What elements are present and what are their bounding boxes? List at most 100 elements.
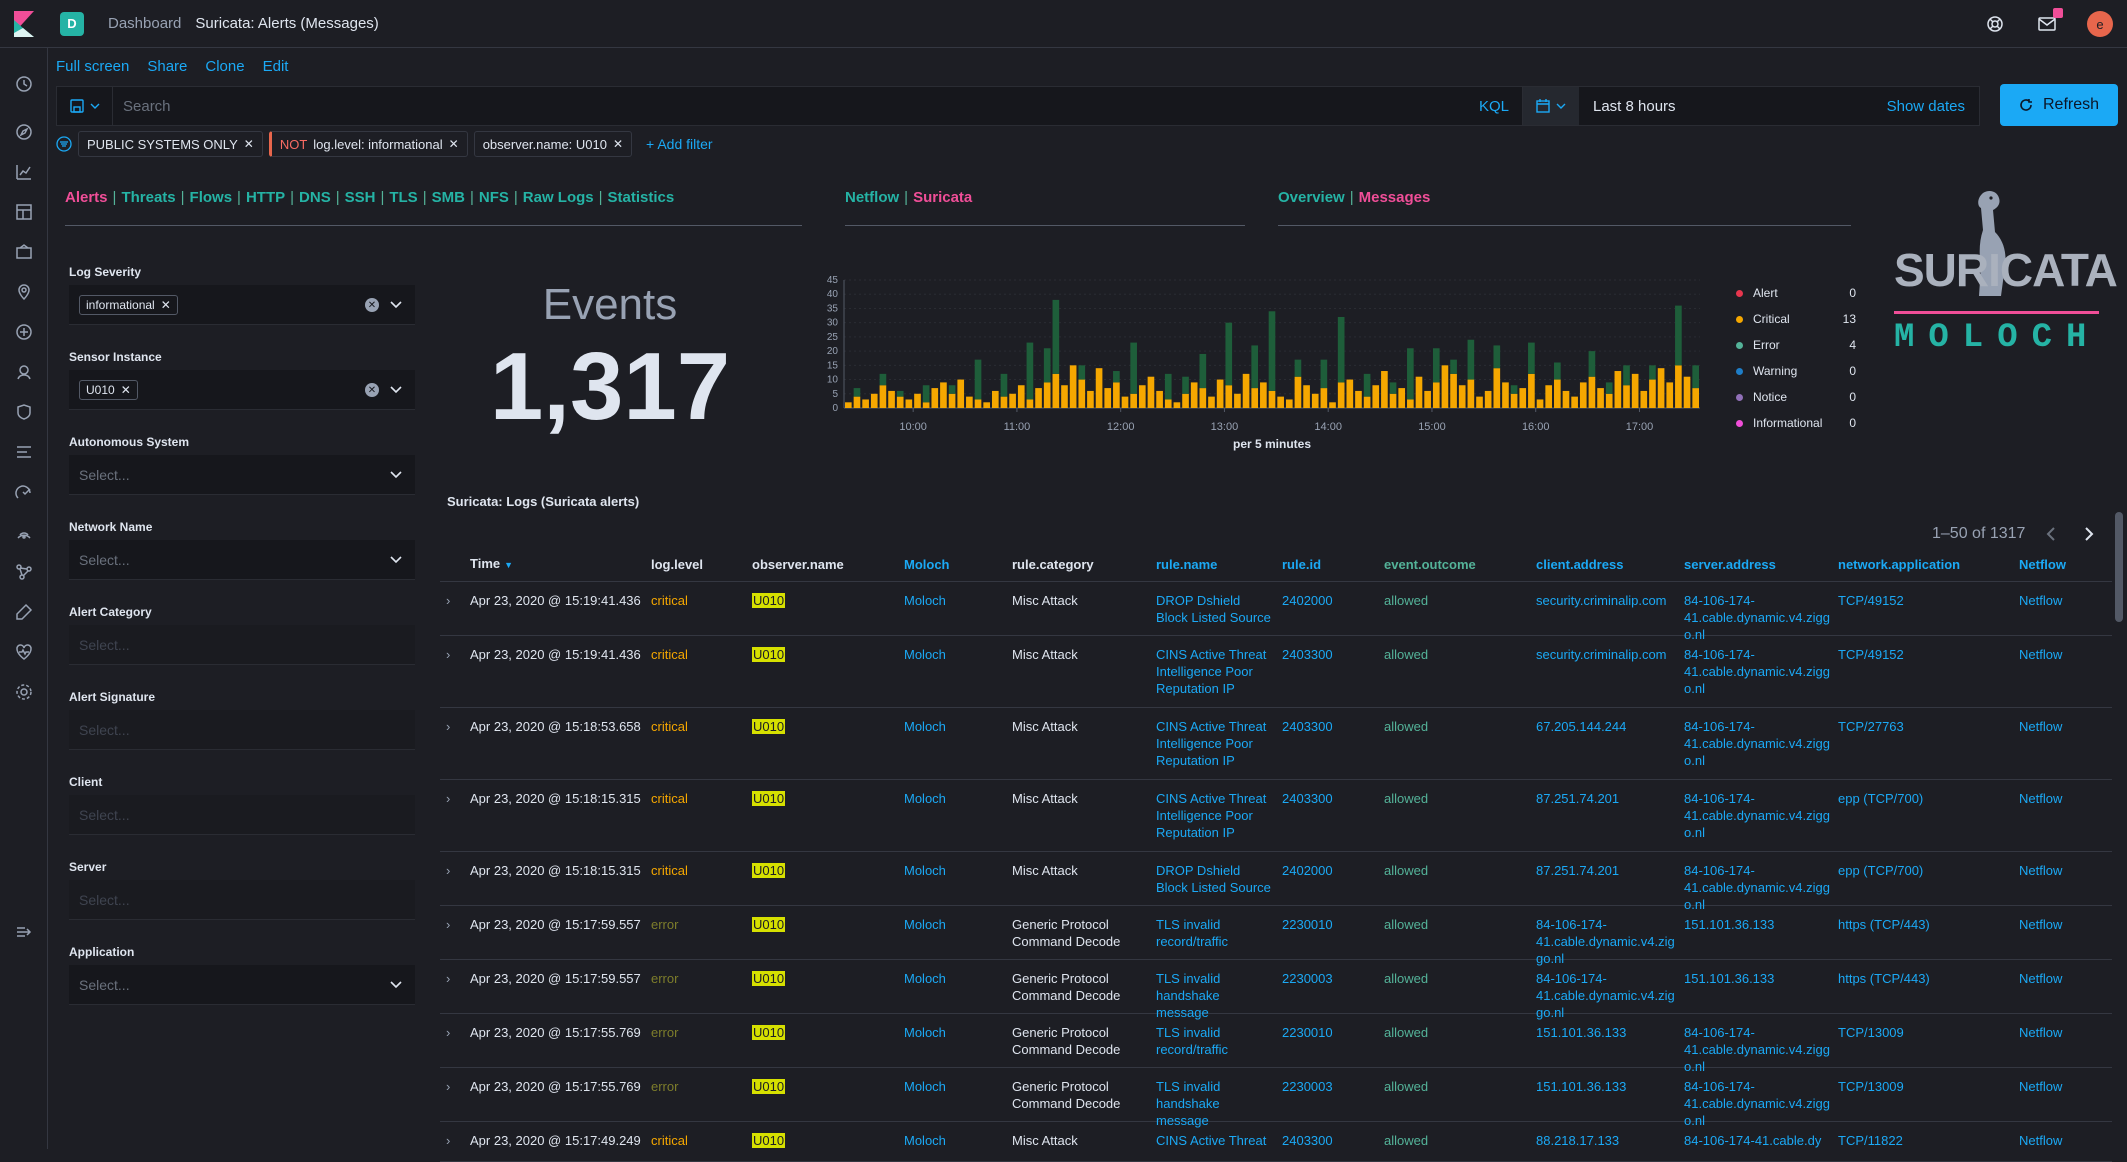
column-header-time[interactable]: Time ▼ <box>470 555 651 574</box>
graph-icon[interactable] <box>12 560 36 584</box>
control-client[interactable]: Select... <box>69 795 415 835</box>
netflow-link[interactable]: Netflow <box>2019 916 2099 959</box>
legend-item-warning[interactable]: Warning 0 <box>1736 358 1856 384</box>
logs-icon[interactable] <box>12 400 36 424</box>
next-page-button[interactable] <box>2077 522 2101 546</box>
expand-row-icon[interactable]: › <box>440 916 470 959</box>
management-gear-icon[interactable] <box>12 680 36 704</box>
server-address-link[interactable]: 151.101.36.133 <box>1684 970 1838 1013</box>
space-badge[interactable]: D <box>60 11 84 36</box>
add-filter-link[interactable]: + Add filter <box>646 136 713 152</box>
rule-id-link[interactable]: 2230003 <box>1282 1078 1384 1121</box>
quick-menu-button[interactable] <box>1523 87 1579 125</box>
close-icon[interactable]: ✕ <box>449 137 459 151</box>
sort-desc-icon[interactable]: ▼ <box>504 560 513 570</box>
saved-query-button[interactable] <box>57 87 113 125</box>
visualize-icon[interactable] <box>12 160 36 184</box>
network-application-link[interactable]: TCP/13009 <box>1838 1024 2019 1067</box>
filter-pill-public-systems[interactable]: PUBLIC SYSTEMS ONLY ✕ <box>78 131 263 157</box>
stack-monitoring-icon[interactable] <box>12 640 36 664</box>
netflow-link[interactable]: Netflow <box>2019 970 2099 1013</box>
nav-link-dns[interactable]: DNS <box>299 189 331 206</box>
expand-row-icon[interactable]: › <box>440 1024 470 1067</box>
expand-row-icon[interactable]: › <box>440 862 470 905</box>
network-application-link[interactable]: epp (TCP/700) <box>1838 862 2019 905</box>
search-input[interactable]: Search <box>113 98 1479 115</box>
close-icon[interactable]: ✕ <box>161 298 171 312</box>
expand-row-icon[interactable]: › <box>440 592 470 635</box>
rule-name-link[interactable]: TLS invalid record/traffic <box>1156 916 1282 959</box>
moloch-link[interactable]: Moloch <box>904 592 1012 635</box>
legend-item-error[interactable]: Error 4 <box>1736 332 1856 358</box>
share-link[interactable]: Share <box>147 58 187 75</box>
server-address-link[interactable]: 84-106-174-41.cable.dynamic.v4.ziggo.nl <box>1684 1024 1838 1074</box>
expand-row-icon[interactable]: › <box>440 646 470 707</box>
netflow-link[interactable]: Netflow <box>2019 592 2099 635</box>
server-address-link[interactable]: 84-106-174-41.cable.dynamic.v4.ziggo.nl <box>1684 790 1838 851</box>
control-log-severity[interactable]: informational ✕ ✕ <box>69 285 415 325</box>
breadcrumb-dashboard[interactable]: Dashboard <box>108 15 181 32</box>
netflow-link[interactable]: Netflow <box>2019 1132 2099 1161</box>
rule-name-link[interactable]: CINS Active Threat Intelligence Poor Rep… <box>1156 718 1282 779</box>
expand-row-icon[interactable]: › <box>440 1132 470 1161</box>
kibana-logo-icon[interactable] <box>0 0 48 48</box>
chevron-down-icon[interactable] <box>389 382 403 399</box>
column-header-moloch[interactable]: Moloch <box>904 556 1012 573</box>
nav-link-raw-logs[interactable]: Raw Logs <box>523 189 594 206</box>
control-alert-signature[interactable]: Select... <box>69 710 415 750</box>
column-header-observer-name[interactable]: observer.name <box>752 556 904 573</box>
close-icon[interactable]: ✕ <box>121 383 131 397</box>
nav-link-ssh[interactable]: SSH <box>345 189 376 206</box>
rule-name-link[interactable]: CINS Active Threat Intelligence Poor Rep… <box>1156 790 1282 851</box>
moloch-link[interactable]: Moloch <box>904 646 1012 707</box>
rule-name-link[interactable]: CINS Active Threat <box>1156 1132 1282 1161</box>
nav-link-overview[interactable]: Overview <box>1278 189 1345 206</box>
column-header-event-outcome[interactable]: event.outcome <box>1384 556 1536 573</box>
control-alert-category[interactable]: Select... <box>69 625 415 665</box>
avatar[interactable]: e <box>2087 11 2113 37</box>
client-address-link[interactable]: security.criminalip.com <box>1536 592 1684 635</box>
filter-pill-observer[interactable]: observer.name: U010 ✕ <box>473 131 633 157</box>
netflow-link[interactable]: Netflow <box>2019 1024 2099 1067</box>
column-header-client-address[interactable]: client.address <box>1536 556 1684 573</box>
nav-link-smb[interactable]: SMB <box>432 189 465 206</box>
server-address-link[interactable]: 84-106-174-41.cable.dynamic.v4.ziggo.nl <box>1684 592 1838 642</box>
control-application[interactable]: Select... <box>69 965 415 1005</box>
rule-name-link[interactable]: CINS Active Threat Intelligence Poor Rep… <box>1156 646 1282 707</box>
refresh-button[interactable]: Refresh <box>2000 84 2118 126</box>
network-application-link[interactable]: TCP/11822 <box>1838 1132 2019 1161</box>
chevron-down-icon[interactable] <box>389 552 403 569</box>
rule-id-link[interactable]: 2403300 <box>1282 1132 1384 1161</box>
newsfeed-icon[interactable] <box>2035 8 2063 36</box>
prev-page-button[interactable] <box>2039 522 2063 546</box>
moloch-link[interactable]: Moloch <box>904 1078 1012 1121</box>
canvas-icon[interactable] <box>12 240 36 264</box>
client-address-link[interactable]: 84-106-174-41.cable.dynamic.v4.ziggo.nl <box>1536 970 1684 1020</box>
legend-item-informational[interactable]: Informational 0 <box>1736 410 1856 436</box>
control-autonomous-system[interactable]: Select... <box>69 455 415 495</box>
moloch-link[interactable]: Moloch <box>904 862 1012 905</box>
nav-link-http[interactable]: HTTP <box>246 189 285 206</box>
client-address-link[interactable]: 87.251.74.201 <box>1536 862 1684 905</box>
nav-link-messages[interactable]: Messages <box>1359 189 1431 206</box>
moloch-link[interactable]: Moloch <box>904 718 1012 779</box>
filter-pill-log-level[interactable]: NOT log.level: informational ✕ <box>268 131 468 157</box>
rule-name-link[interactable]: TLS invalid record/traffic <box>1156 1024 1282 1067</box>
legend-item-notice[interactable]: Notice 0 <box>1736 384 1856 410</box>
ml-icon[interactable] <box>12 320 36 344</box>
expand-row-icon[interactable]: › <box>440 970 470 1013</box>
rule-id-link[interactable]: 2403300 <box>1282 646 1384 707</box>
legend-item-alert[interactable]: Alert 0 <box>1736 280 1856 306</box>
client-address-link[interactable]: security.criminalip.com <box>1536 646 1684 707</box>
client-address-link[interactable]: 151.101.36.133 <box>1536 1024 1684 1067</box>
moloch-link[interactable]: Moloch <box>904 916 1012 959</box>
clear-icon[interactable]: ✕ <box>365 298 379 312</box>
rule-name-link[interactable]: DROP Dshield Block Listed Source <box>1156 862 1282 905</box>
network-application-link[interactable]: epp (TCP/700) <box>1838 790 2019 851</box>
filter-options-icon[interactable] <box>56 136 72 152</box>
server-address-link[interactable]: 84-106-174-41.cable.dynamic.v4.ziggo.nl <box>1684 862 1838 912</box>
client-address-link[interactable]: 88.218.17.133 <box>1536 1132 1684 1161</box>
rule-id-link[interactable]: 2402000 <box>1282 592 1384 635</box>
collapse-nav-icon[interactable] <box>12 920 36 944</box>
client-address-link[interactable]: 67.205.144.244 <box>1536 718 1684 779</box>
